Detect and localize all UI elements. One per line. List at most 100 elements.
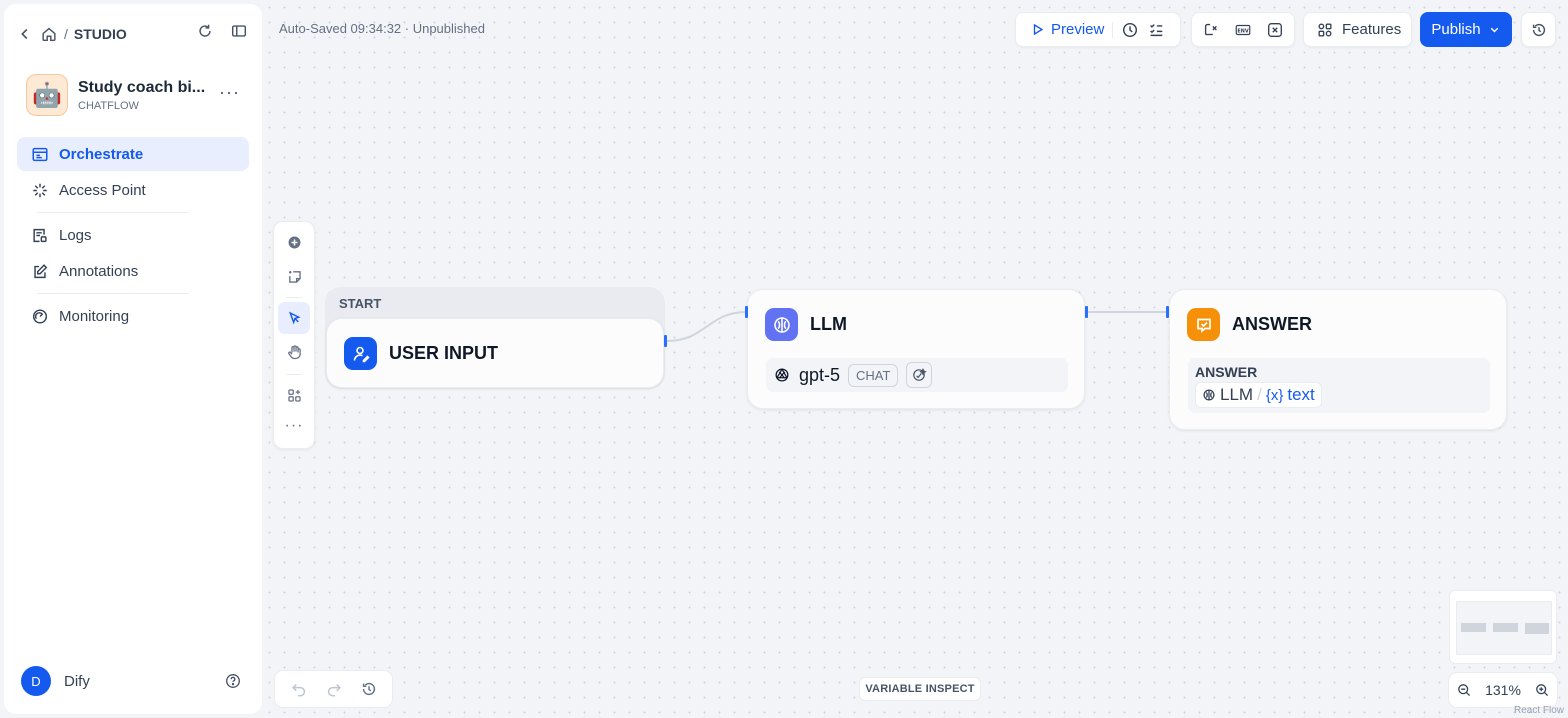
more-icon[interactable]: ··· [219,82,240,103]
app-card[interactable]: 🤖 Study coach bi... CHATFLOW ··· [26,74,246,116]
minimap[interactable] [1449,590,1557,664]
autosave-status: Auto-Saved 09:34:32 · Unpublished [279,21,485,36]
sidebar-item-label: Monitoring [59,307,130,325]
toolbar-divider [1112,21,1114,38]
sidebar-item-label: Orchestrate [59,145,144,163]
system-variables-icon[interactable] [1266,21,1284,39]
workflow-canvas[interactable]: Auto-Saved 09:34:32 · Unpublished Previe… [262,0,1568,718]
access-point-icon [31,181,49,199]
history-icon[interactable] [360,680,378,698]
help-icon[interactable] [224,672,242,690]
zoom-level[interactable]: 131% [1485,682,1521,698]
checklist-icon[interactable] [1147,21,1165,39]
node-title: ANSWER [1232,314,1312,334]
orchestrate-icon [31,145,49,163]
sidebar-nav: Orchestrate Access Point Logs Annotation [17,137,249,335]
breadcrumb-studio[interactable]: STUDIO [74,26,127,42]
chevron-down-icon [1490,27,1498,33]
canvas-toolbar: ··· [273,221,315,449]
more-tools-button[interactable]: ··· [278,413,310,445]
answer-icon [1187,308,1220,341]
cursor-icon [288,311,301,325]
more-icon: ··· [284,417,304,434]
output-port[interactable] [1085,306,1088,318]
user-menu[interactable]: D Dify [21,666,90,696]
app-name: Study coach bi... [78,78,206,96]
layout-grid-icon [287,388,301,402]
variable-inspect-button[interactable]: VARIABLE INSPECT [859,677,981,701]
user-name: Dify [64,672,90,690]
answer-node[interactable]: ANSWER ANSWER LLM / {x} text [1169,289,1507,430]
history-icon [1530,21,1548,39]
llm-icon [765,308,798,341]
user-input-node[interactable]: USER INPUT [326,318,664,388]
pointer-mode-button[interactable] [278,302,310,334]
variable-separator: / [1257,385,1262,404]
openai-icon [773,366,791,384]
env-variables-icon[interactable]: ENV [1234,21,1252,39]
home-icon[interactable] [40,25,58,43]
model-selector[interactable]: gpt-5 CHAT [766,358,1068,392]
conversation-variables-icon[interactable] [1202,21,1220,39]
add-icon [288,236,300,248]
variables-toolbar: ENV [1191,12,1295,47]
model-mode-badge: CHAT [848,363,899,387]
collapse-sidebar-icon[interactable] [230,22,248,40]
variable-node-name: LLM [1220,385,1254,404]
zoom-out-icon[interactable] [1455,681,1473,699]
nav-divider [37,293,189,294]
preview-toolbar: Preview [1015,12,1181,47]
workflow-studio: / STUDIO 🤖 Study coach bi... CHATFLOW ··… [0,0,1568,718]
annotations-icon [31,262,49,280]
hand-mode-button[interactable] [278,336,310,368]
nav-divider [37,212,189,213]
variable-reference: LLM / {x} text [1195,382,1322,408]
note-icon [288,270,301,283]
sidebar: / STUDIO 🤖 Study coach bi... CHATFLOW ··… [4,4,262,714]
minimap-node [1461,623,1486,632]
redo-icon[interactable] [325,680,343,698]
llm-icon [1202,388,1216,402]
svg-text:ENV: ENV [1237,28,1249,34]
publish-label: Publish [1431,21,1481,38]
answer-field-label: ANSWER [1195,364,1258,380]
features-icon [1316,21,1334,39]
breadcrumb: / STUDIO [16,22,127,46]
sidebar-item-annotations[interactable]: Annotations [17,254,249,288]
sidebar-item-orchestrate[interactable]: Orchestrate [17,137,249,171]
refresh-icon[interactable] [196,22,214,40]
back-icon[interactable] [16,25,34,43]
features-button[interactable]: Features [1303,12,1412,47]
play-icon [1033,23,1044,36]
sidebar-item-logs[interactable]: Logs [17,218,249,252]
sidebar-item-label: Annotations [59,262,139,280]
version-history-button[interactable] [1521,12,1556,47]
add-node-button[interactable] [278,226,310,258]
hand-icon [287,344,301,359]
output-port[interactable] [664,335,667,347]
app-type: CHATFLOW [78,99,139,112]
toolbar-divider [286,374,302,375]
input-port[interactable] [1166,306,1169,318]
model-feature-icon [906,362,933,388]
undo-icon[interactable] [290,680,308,698]
sidebar-item-label: Logs [59,226,92,244]
llm-node[interactable]: LLM gpt-5 CHAT [747,289,1085,409]
run-history-icon[interactable] [1121,21,1139,39]
react-flow-attribution[interactable]: React Flow [1514,705,1564,716]
sidebar-item-access-point[interactable]: Access Point [17,173,249,207]
organize-nodes-button[interactable] [278,379,310,411]
input-port[interactable] [745,306,748,318]
preview-button[interactable]: Preview [1030,21,1104,38]
zoom-in-icon[interactable] [1533,681,1551,699]
sidebar-header-actions [196,22,248,40]
sidebar-item-monitoring[interactable]: Monitoring [17,299,249,333]
add-note-button[interactable] [278,260,310,292]
publish-button[interactable]: Publish [1420,12,1512,47]
undo-redo-toolbar [274,670,393,708]
start-label: START [339,296,382,311]
answer-field[interactable]: ANSWER LLM / {x} text [1188,358,1490,413]
zoom-controls: 131% [1448,672,1558,708]
toolbar-divider [286,297,302,298]
features-label: Features [1342,21,1402,38]
